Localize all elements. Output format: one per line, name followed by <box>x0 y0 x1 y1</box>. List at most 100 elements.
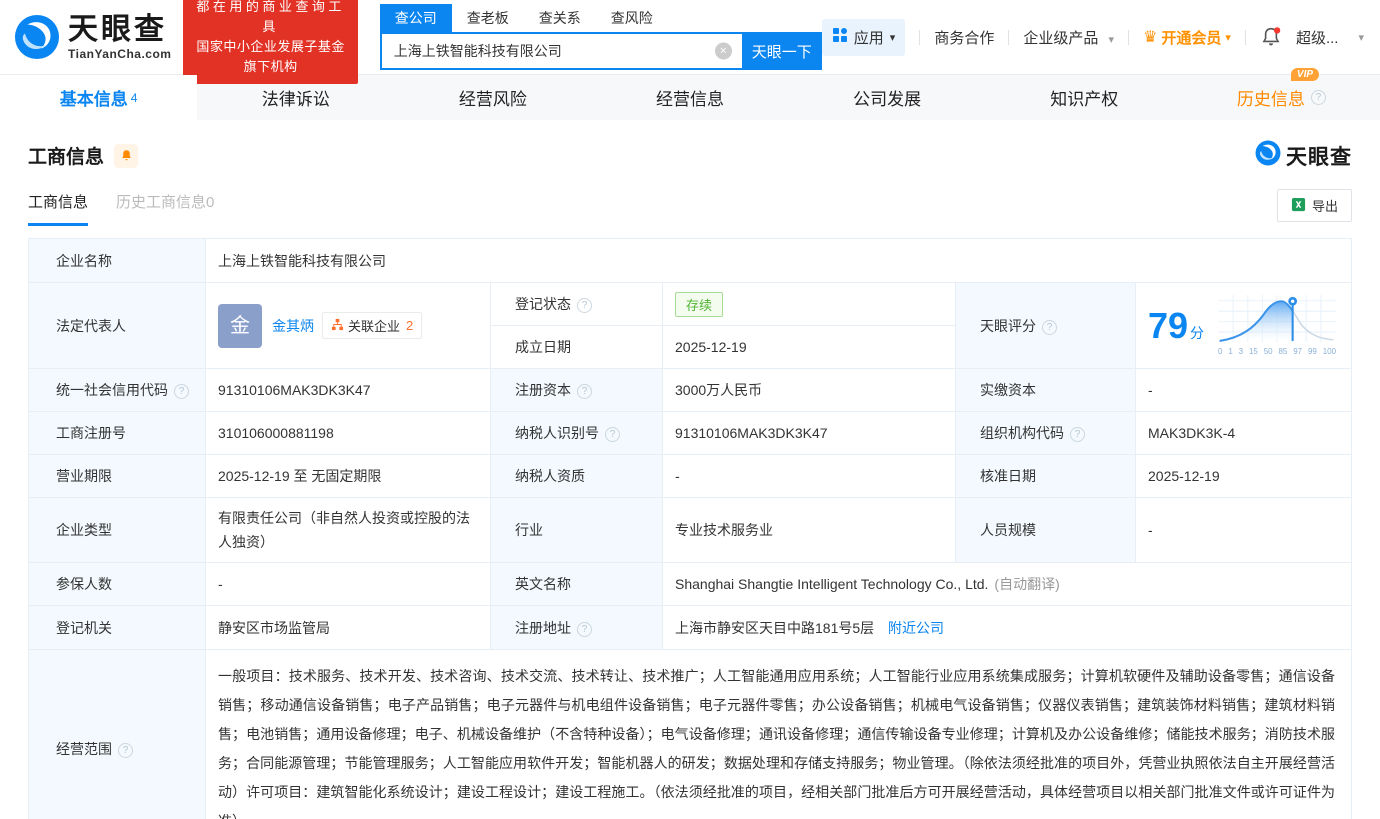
tab-operation-info[interactable]: 经营信息 <box>591 75 788 120</box>
clear-input-icon[interactable]: × <box>714 42 732 60</box>
help-icon[interactable]: ? <box>605 427 620 442</box>
search-button[interactable]: 天眼一下 <box>741 32 822 70</box>
company-section-tabs: 基本信息 4 法律诉讼 经营风险 经营信息 公司发展 知识产权 历史信息 VIP… <box>0 68 1380 120</box>
chevron-down-icon: ▾ <box>1358 31 1364 44</box>
score-value: 79 <box>1148 304 1189 346</box>
search-tab-relation[interactable]: 查关系 <box>524 4 596 32</box>
excel-icon <box>1291 197 1306 215</box>
help-icon[interactable]: ? <box>1042 319 1057 335</box>
field-label: 统一社会信用代码? <box>28 368 206 412</box>
field-label: 法定代表人 <box>28 282 206 369</box>
field-label: 登记机关 <box>28 605 206 650</box>
field-label: 纳税人资质 <box>490 454 663 498</box>
search-input[interactable] <box>379 32 742 70</box>
field-label: 核准日期 <box>955 454 1136 498</box>
apps-grid-icon <box>832 27 848 47</box>
help-icon[interactable]: ? <box>577 621 592 637</box>
est-date-value: 2025-12-19 <box>662 325 956 369</box>
tab-operation-risk[interactable]: 经营风险 <box>394 75 591 120</box>
help-icon[interactable]: ? <box>577 298 592 313</box>
table-row: 法定代表人 金 金其炳 关联企业 2 登记状态? 存续 天眼评分 ? 79 分 … <box>28 282 1352 369</box>
table-row: 营业期限 2025-12-19 至 无固定期限 纳税人资质 - 核准日期 202… <box>28 454 1352 498</box>
top-header: 天眼查 TianYanCha.com 都在用的商业查询工具 国家中小企业发展子基… <box>0 0 1380 84</box>
field-label: 企业名称 <box>28 238 206 283</box>
help-icon[interactable]: ? <box>174 384 189 399</box>
score-axis: 0 1 3 15 50 85 97 99 100 <box>1218 347 1337 356</box>
business-info-panel: 工商信息 天眼查 工商信息 历史工商信息0 导出 企业名称 上海上铁智能科技有限… <box>0 140 1380 819</box>
tab-legal-proceedings[interactable]: 法律诉讼 <box>197 75 394 120</box>
table-row: 参保人数 - 英文名称 Shanghai Shangtie Intelligen… <box>28 562 1352 606</box>
help-icon[interactable]: ? <box>577 384 592 399</box>
field-label: 注册地址? <box>490 605 663 650</box>
crown-icon: ♛ <box>1143 29 1158 46</box>
divider <box>919 29 921 45</box>
site-domain: TianYanCha.com <box>68 46 172 61</box>
apps-menu[interactable]: 应用 ▾ <box>821 18 906 56</box>
subscribe-bell-icon[interactable] <box>114 143 139 168</box>
tab-history-info[interactable]: 历史信息 VIP ? <box>1183 68 1380 120</box>
field-label: 组织机构代码? <box>955 411 1136 455</box>
reg-capital-value: 3000万人民币 <box>662 368 956 412</box>
help-icon[interactable]: ? <box>118 743 133 758</box>
industry-value: 专业技术服务业 <box>662 497 956 563</box>
site-logo[interactable]: 天眼查 TianYanCha.com <box>14 14 171 60</box>
export-button[interactable]: 导出 <box>1276 189 1352 222</box>
field-label: 登记状态? <box>490 282 663 326</box>
tab-label: 知识产权 <box>1050 90 1119 109</box>
field-label: 天眼评分? <box>955 282 1136 369</box>
field-label: 营业期限 <box>28 454 206 498</box>
legal-rep-link[interactable]: 金其炳 <box>272 316 314 336</box>
chevron-down-icon: ▾ <box>1108 33 1115 46</box>
field-label: 实缴资本 <box>955 368 1136 412</box>
promo-line2: 国家中小企业发展子基金旗下机构 <box>196 39 345 74</box>
search-tabs: 查公司 查老板 查关系 查风险 <box>379 4 822 32</box>
score-cell: 79 分 0 1 3 15 50 85 97 99 100 <box>1135 282 1352 369</box>
field-label: 经营范围? <box>28 649 206 819</box>
help-icon[interactable]: ? <box>1310 90 1326 105</box>
notification-bell-icon[interactable] <box>1260 26 1282 48</box>
tab-label: 基本信息 <box>59 90 128 109</box>
field-label: 纳税人识别号? <box>490 411 663 455</box>
business-info-subtabs: 工商信息 历史工商信息0 <box>28 191 214 226</box>
reg-status-value: 存续 <box>662 282 956 326</box>
business-info-table: 企业名称 上海上铁智能科技有限公司 法定代表人 金 金其炳 关联企业 2 登记状… <box>28 238 1352 819</box>
tab-label: 历史信息 VIP <box>1237 68 1320 110</box>
company-name-value: 上海上铁智能科技有限公司 <box>205 238 1352 283</box>
field-label: 英文名称 <box>490 562 663 606</box>
company-type-value: 有限责任公司（非自然人投资或控股的法人独资） <box>205 497 491 563</box>
tab-intellectual-property[interactable]: 知识产权 <box>986 75 1183 120</box>
avatar[interactable]: 金 <box>218 303 262 348</box>
subtab-history-business-info[interactable]: 历史工商信息0 <box>116 191 214 226</box>
search-tab-company[interactable]: 查公司 <box>379 4 452 32</box>
tab-basic-info[interactable]: 基本信息 4 <box>0 75 198 120</box>
field-label: 企业类型 <box>28 497 206 563</box>
top-right-nav: 应用 ▾ 商务合作 企业级产品 ▾ ♛ 开通会员 ▾ 超级... ▾ <box>821 18 1364 56</box>
search-area: 查公司 查老板 查关系 查风险 × 天眼一下 <box>379 4 822 70</box>
apps-label: 应用 <box>853 29 884 47</box>
help-icon[interactable]: ? <box>1070 427 1085 442</box>
org-relation-icon <box>331 318 344 334</box>
taxpayer-quality-value: - <box>662 454 956 498</box>
search-tab-risk[interactable]: 查风险 <box>596 4 668 32</box>
paid-capital-value: - <box>1135 368 1352 412</box>
super-vip-link[interactable]: 超级... <box>1296 27 1339 48</box>
tab-company-development[interactable]: 公司发展 <box>789 75 986 120</box>
tab-label: 经营信息 <box>655 90 724 109</box>
org-code-value: MAK3DK3K-4 <box>1135 411 1352 455</box>
nearby-companies-link[interactable]: 附近公司 <box>888 620 944 636</box>
reg-authority-value: 静安区市场监管局 <box>205 605 491 650</box>
search-tab-boss[interactable]: 查老板 <box>452 4 524 32</box>
business-cooperation-link[interactable]: 商务合作 <box>934 27 994 48</box>
site-name: 天眼查 <box>68 12 167 46</box>
subtab-business-info[interactable]: 工商信息 <box>28 191 89 226</box>
field-label: 注册资本? <box>490 368 663 412</box>
enterprise-products-link[interactable]: 企业级产品 ▾ <box>1023 27 1114 48</box>
tianyancha-logo-icon <box>1255 140 1281 171</box>
table-row: 企业名称 上海上铁智能科技有限公司 <box>28 238 1352 283</box>
open-vip-link[interactable]: ♛ 开通会员 ▾ <box>1143 27 1231 48</box>
related-companies-badge[interactable]: 关联企业 2 <box>322 312 423 339</box>
section-title: 工商信息 <box>28 147 105 168</box>
reg-address-value: 上海市静安区天目中路181号5层 附近公司 <box>662 605 1352 650</box>
chevron-down-icon: ▾ <box>1225 31 1231 44</box>
chevron-down-icon: ▾ <box>889 31 896 44</box>
